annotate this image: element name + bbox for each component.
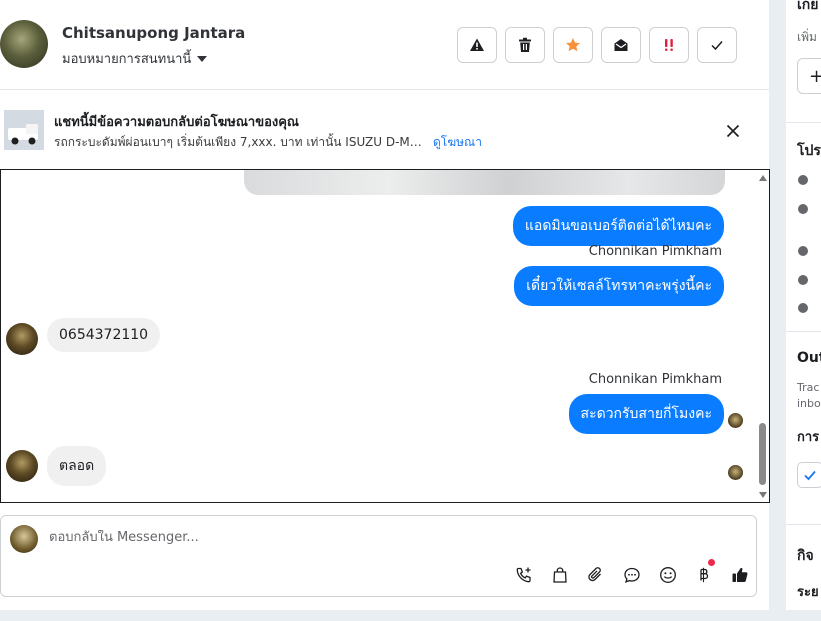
contact-details-panel: เกย เพิ่ม + โปร Out Trac inbo การ กิจ ระ… — [786, 0, 821, 610]
envelope-open-icon — [614, 39, 628, 51]
close-ad-banner-button[interactable] — [722, 120, 744, 142]
clock-icon — [798, 175, 808, 185]
contact-avatar-small — [6, 323, 38, 355]
location-pin-icon — [798, 275, 808, 285]
tags-heading: เกย — [797, 0, 819, 13]
briefcase-icon — [798, 204, 808, 214]
page-avatar — [10, 525, 38, 553]
reply-input[interactable] — [49, 530, 549, 545]
outgoing-message[interactable]: เดี๋ยวให้เซลล์โทรหาคะพรุ่งนี้คะ — [514, 266, 724, 306]
view-ad-link[interactable]: ดูโฆษณา — [433, 133, 482, 152]
mark-unread-button[interactable] — [601, 27, 641, 63]
profile-heading: โปร — [797, 143, 821, 159]
spam-button[interactable] — [457, 27, 497, 63]
outcome-heading: Out — [797, 350, 821, 366]
scrollbar-thumb[interactable] — [759, 423, 766, 485]
divider — [786, 524, 821, 525]
composer-toolbar — [506, 559, 758, 587]
activity-heading: กิจ — [797, 548, 814, 564]
conversation-actions — [457, 27, 737, 63]
warning-icon — [470, 38, 484, 51]
period-label: ระย — [797, 585, 819, 600]
chat-scrollbar[interactable] — [756, 170, 769, 502]
add-tag-button[interactable]: + — [797, 58, 821, 94]
baht-icon — [700, 567, 709, 583]
divider — [786, 331, 821, 332]
trash-icon — [519, 37, 531, 52]
shopping-bag-icon — [553, 567, 567, 583]
shop-button[interactable] — [542, 563, 578, 587]
checkmark-icon — [804, 470, 816, 481]
scroll-up-arrow-icon[interactable] — [759, 175, 767, 181]
smiley-icon — [660, 567, 676, 583]
call-button[interactable] — [506, 563, 542, 587]
phone-plus-icon — [516, 567, 531, 583]
add-tag-label: เพิ่ม — [797, 30, 817, 44]
outcome-description: Trac — [797, 381, 820, 394]
ad-banner-title: แชทนี้มีข้อความตอบกลับต่อโฆษณาของคุณ — [54, 115, 299, 130]
outcome-description-2: inbo — [797, 397, 821, 410]
plus-icon: + — [809, 65, 821, 87]
divider — [786, 122, 821, 123]
caret-down-icon — [197, 55, 208, 62]
contact-name[interactable]: Chitsanupong Jantara — [62, 24, 245, 42]
contact-avatar-small — [6, 450, 38, 482]
assign-conversation-dropdown[interactable]: มอบหมายการสนทนานี้ — [62, 48, 208, 69]
seen-avatar — [728, 413, 743, 428]
outgoing-message[interactable]: สะดวกรับสายกี่โมงคะ — [568, 394, 724, 434]
message-composer — [0, 515, 757, 597]
conversation-panel: Chitsanupong Jantara มอบหมายการสนทนานี้ — [0, 0, 770, 610]
sender-name: Chonnikan Pimkham — [588, 244, 722, 259]
outgoing-message[interactable]: แอดมินขอเบอร์ติดต่อได้ไหมคะ — [512, 206, 724, 246]
assign-label: มอบหมายการสนทนานี้ — [62, 52, 192, 67]
outcome-checkbox[interactable] — [797, 462, 821, 488]
image-message[interactable] — [244, 170, 725, 195]
priority-icon — [665, 39, 673, 51]
notification-dot — [708, 559, 715, 566]
thumbs-up-icon — [732, 567, 748, 582]
scroll-down-arrow-icon[interactable] — [759, 492, 767, 498]
contact-avatar[interactable] — [0, 20, 48, 68]
incoming-message[interactable]: 0654372110 — [47, 318, 161, 352]
saved-replies-button[interactable] — [614, 563, 650, 587]
priority-button[interactable] — [649, 27, 689, 63]
star-icon — [566, 38, 580, 52]
ad-thumbnail — [4, 110, 44, 150]
ad-banner-subtitle: รถกระบะดัมพ์ผ่อนเบาๆ เริ่มต้นเพียง 7,xxx… — [54, 135, 424, 149]
outcome-section-label: การ — [797, 430, 820, 445]
graduation-cap-icon — [798, 246, 808, 256]
paperclip-icon — [588, 567, 601, 582]
done-button[interactable] — [697, 27, 737, 63]
incoming-message[interactable]: ตลอด — [47, 446, 107, 486]
message-thread[interactable]: แอดมินขอเบอร์ติดต่อได้ไหมคะ Chonnikan Pi… — [0, 169, 770, 503]
seen-avatar — [728, 465, 743, 480]
payment-button[interactable] — [686, 559, 722, 587]
delete-button[interactable] — [505, 27, 545, 63]
like-button[interactable] — [722, 563, 758, 587]
follow-up-button[interactable] — [553, 27, 593, 63]
conversation-header: Chitsanupong Jantara มอบหมายการสนทนานี้ — [0, 0, 769, 90]
attach-button[interactable] — [578, 563, 614, 587]
emoji-button[interactable] — [650, 563, 686, 587]
checkmark-icon — [711, 41, 723, 51]
close-icon — [726, 124, 740, 138]
chat-bubble-icon — [624, 567, 640, 583]
sender-name: Chonnikan Pimkham — [588, 372, 722, 387]
location-pin-icon — [798, 303, 808, 313]
